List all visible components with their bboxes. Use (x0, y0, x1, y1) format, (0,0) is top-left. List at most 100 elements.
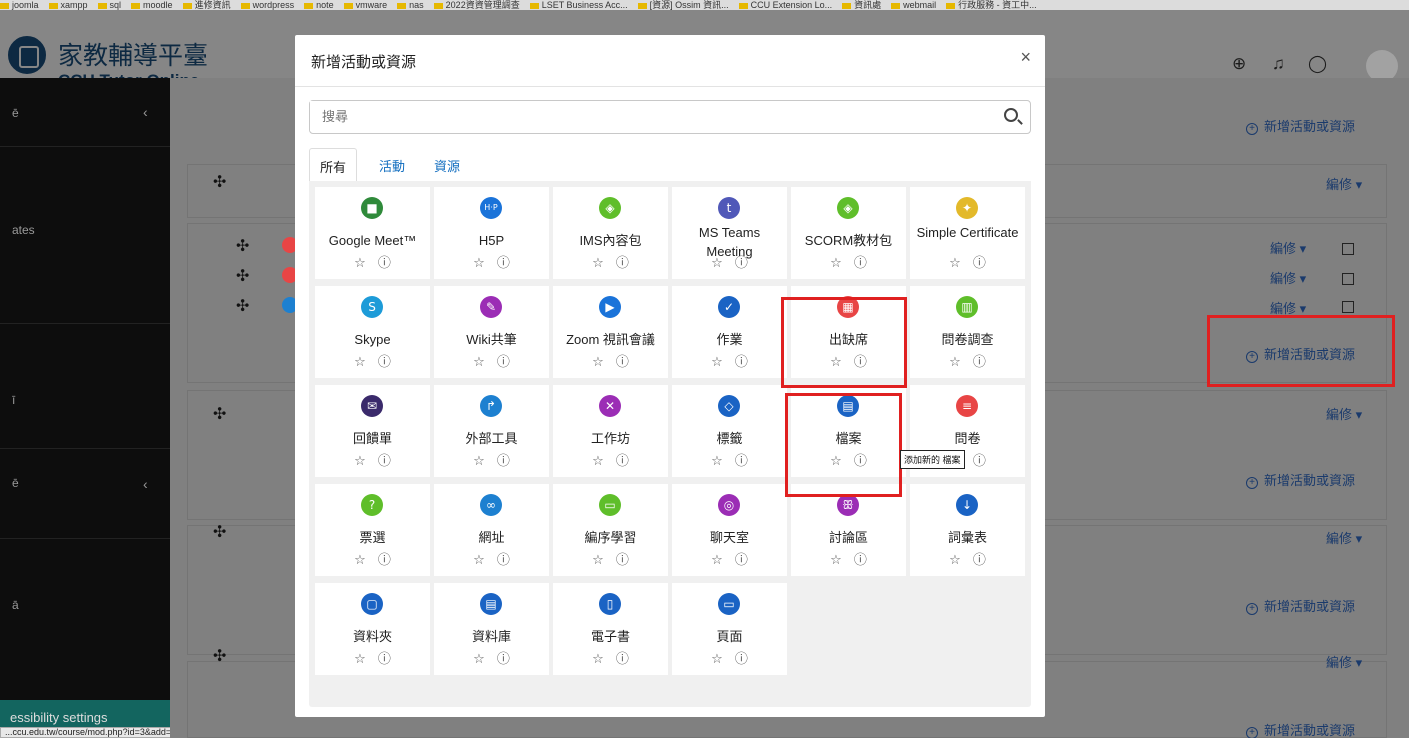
add-activity-link[interactable]: + 新增活動或資源 (1246, 596, 1355, 615)
checkbox[interactable] (1342, 301, 1354, 313)
info-icon[interactable]: ⓘ (378, 355, 391, 370)
sidebar-item-fragment[interactable]: ā (12, 598, 19, 612)
star-icon[interactable]: ☆ (711, 454, 723, 469)
activity-tile[interactable]: ✉ 回饋單 ☆ ⓘ (315, 385, 430, 477)
star-icon[interactable]: ☆ (473, 454, 485, 469)
star-icon[interactable]: ☆ (711, 553, 723, 568)
notification-bell-icon[interactable]: ♫ (1272, 54, 1285, 74)
activity-tile[interactable]: ? 票選 ☆ ⓘ (315, 484, 430, 576)
move-icon[interactable]: ✣ (213, 646, 226, 666)
info-icon[interactable]: ⓘ (378, 454, 391, 469)
language-globe-icon[interactable]: ⊕ (1232, 54, 1246, 74)
info-icon[interactable]: ⓘ (497, 355, 510, 370)
chevron-left-icon[interactable]: ‹ (143, 476, 148, 492)
star-icon[interactable]: ☆ (711, 355, 723, 370)
info-icon[interactable]: ⓘ (497, 454, 510, 469)
info-icon[interactable]: ⓘ (497, 256, 510, 271)
info-icon[interactable]: ⓘ (973, 553, 986, 568)
activity-tile[interactable]: ▢ 資料夾 ☆ ⓘ (315, 583, 430, 675)
activity-tile[interactable]: ▥ 問卷調查 ☆ ⓘ (910, 286, 1025, 378)
bookmark-item[interactable]: xampp (48, 0, 88, 10)
tab-all[interactable]: 所有 (309, 148, 358, 182)
activity-tile[interactable]: ◇ 標籤 ☆ ⓘ (672, 385, 787, 477)
star-icon[interactable]: ☆ (711, 256, 723, 271)
bookmark-item[interactable]: [資源] Ossim 資訊... (637, 0, 729, 10)
activity-tile[interactable]: ✓ 作業 ☆ ⓘ (672, 286, 787, 378)
bookmark-item[interactable]: joomla (0, 0, 39, 10)
info-icon[interactable]: ⓘ (854, 256, 867, 271)
star-icon[interactable]: ☆ (473, 355, 485, 370)
chevron-left-icon[interactable]: ‹ (143, 104, 148, 120)
edit-menu[interactable]: 編修 ▾ (1326, 652, 1364, 671)
bookmark-item[interactable]: webmail (891, 0, 936, 10)
bookmark-item[interactable]: moodle (131, 0, 173, 10)
tab-activities[interactable]: 活動 (369, 148, 415, 182)
checkbox[interactable] (1342, 243, 1354, 255)
activity-tile[interactable]: ↓ 詞彙表 ☆ ⓘ (910, 484, 1025, 576)
activity-tile[interactable]: ▯ 電子書 ☆ ⓘ (553, 583, 668, 675)
star-icon[interactable]: ☆ (949, 553, 961, 568)
activity-tile[interactable]: ▤ 資料庫 ☆ ⓘ (434, 583, 549, 675)
move-icon[interactable]: ✣ (236, 296, 249, 316)
bookmark-item[interactable]: CCU Extension Lo... (738, 0, 832, 10)
activity-tile[interactable]: ▭ 頁面 ☆ ⓘ (672, 583, 787, 675)
star-icon[interactable]: ☆ (592, 652, 604, 667)
info-icon[interactable]: ⓘ (616, 553, 629, 568)
activity-tile[interactable]: ◎ 聊天室 ☆ ⓘ (672, 484, 787, 576)
info-icon[interactable]: ⓘ (497, 652, 510, 667)
sidebar-item-fragment[interactable]: ē (12, 476, 19, 490)
info-icon[interactable]: ⓘ (497, 553, 510, 568)
sidebar-item-label[interactable]: ates (12, 223, 35, 237)
edit-menu[interactable]: 編修 ▾ (1326, 404, 1364, 423)
info-icon[interactable]: ⓘ (616, 256, 629, 271)
info-icon[interactable]: ⓘ (616, 652, 629, 667)
info-icon[interactable]: ⓘ (378, 553, 391, 568)
logo-icon[interactable] (8, 36, 46, 74)
info-icon[interactable]: ⓘ (616, 454, 629, 469)
star-icon[interactable]: ☆ (711, 652, 723, 667)
move-icon[interactable]: ✣ (213, 522, 226, 542)
close-icon[interactable]: × (1020, 47, 1031, 68)
star-icon[interactable]: ☆ (473, 553, 485, 568)
star-icon[interactable]: ☆ (592, 355, 604, 370)
star-icon[interactable]: ☆ (592, 553, 604, 568)
star-icon[interactable]: ☆ (592, 454, 604, 469)
activity-tile[interactable]: ↱ 外部工具 ☆ ⓘ (434, 385, 549, 477)
activity-tile[interactable]: ✦ Simple Certificate ☆ ⓘ (910, 187, 1025, 279)
info-icon[interactable]: ⓘ (616, 355, 629, 370)
info-icon[interactable]: ⓘ (735, 553, 748, 568)
info-icon[interactable]: ⓘ (973, 454, 986, 469)
info-icon[interactable]: ⓘ (378, 652, 391, 667)
bookmark-item[interactable]: LSET Business Acc... (529, 0, 628, 10)
tab-resources[interactable]: 資源 (424, 148, 470, 182)
info-icon[interactable]: ⓘ (735, 355, 748, 370)
move-icon[interactable]: ✣ (236, 236, 249, 256)
search-input[interactable] (310, 101, 970, 131)
activity-tile[interactable]: ✎ Wiki共筆 ☆ ⓘ (434, 286, 549, 378)
star-icon[interactable]: ☆ (830, 256, 842, 271)
activity-tile[interactable]: ✕ 工作坊 ☆ ⓘ (553, 385, 668, 477)
bookmark-item[interactable]: nas (397, 0, 424, 10)
activity-tile[interactable]: ∞ 網址 ☆ ⓘ (434, 484, 549, 576)
star-icon[interactable]: ☆ (592, 256, 604, 271)
star-icon[interactable]: ☆ (949, 355, 961, 370)
activity-tile[interactable]: S Skype ☆ ⓘ (315, 286, 430, 378)
move-icon[interactable]: ✣ (213, 172, 226, 192)
activity-tile[interactable]: t MS Teams Meeting ☆ ⓘ (672, 187, 787, 279)
activity-tile[interactable]: ◈ SCORM教材包 ☆ ⓘ (791, 187, 906, 279)
activity-tile[interactable]: ■ Google Meet™ ☆ ⓘ (315, 187, 430, 279)
info-icon[interactable]: ⓘ (854, 553, 867, 568)
edit-menu[interactable]: 編修 ▾ (1326, 528, 1364, 547)
bookmark-item[interactable]: 資訊處 (842, 0, 881, 10)
info-icon[interactable]: ⓘ (735, 652, 748, 667)
star-icon[interactable]: ☆ (354, 355, 366, 370)
info-icon[interactable]: ⓘ (973, 355, 986, 370)
star-icon[interactable]: ☆ (473, 652, 485, 667)
add-activity-link[interactable]: + 新增活動或資源 (1246, 116, 1355, 135)
star-icon[interactable]: ☆ (354, 652, 366, 667)
info-icon[interactable]: ⓘ (735, 454, 748, 469)
bookmark-item[interactable]: wordpress (240, 0, 294, 10)
sidebar-item-fragment[interactable]: ē (12, 106, 19, 120)
add-activity-link[interactable]: + 新增活動或資源 (1246, 720, 1355, 738)
activity-tile[interactable]: ▶ Zoom 視訊會議 ☆ ⓘ (553, 286, 668, 378)
